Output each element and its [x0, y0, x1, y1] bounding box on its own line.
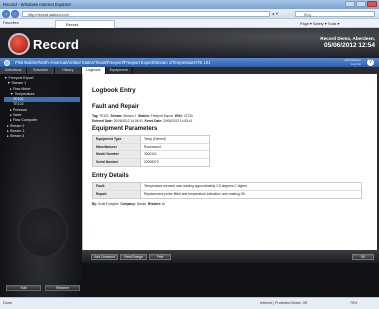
tab-history[interactable]: History — [54, 67, 82, 74]
page-title: Logbook Entry — [92, 87, 136, 94]
fault-meta-line1: Tag: TE101 Stream: Stream 1 Station: Fre… — [92, 114, 193, 118]
equipment-section-title: Equipment Parameters — [92, 126, 158, 132]
fault-section-title: Fault and Repair — [92, 104, 140, 110]
entry-table: Fault: Temperature element was reading ap… — [92, 182, 362, 199]
station-value: Freeport Export — [150, 114, 173, 118]
equipment-table: Equipment Type Temp (Deined) Manufacturer… — [92, 135, 210, 167]
table-row: Fault: Temperature element was reading ap… — [93, 183, 361, 191]
breadcrumb[interactable]: Pilot Builder/North American/United Stat… — [15, 60, 211, 65]
minimize-icon[interactable] — [345, 1, 355, 7]
background-wheel — [18, 207, 68, 257]
browser-title: Record - Windows Internet Explorer — [3, 2, 72, 7]
tag-value: TE101 — [99, 114, 109, 118]
search-input[interactable]: Bing — [295, 11, 375, 17]
favorites-button[interactable]: Favorites — [3, 21, 19, 25]
table-row: Manufacturer Rosemount — [93, 143, 209, 151]
asset-tree: ▼ Freeport Export ▼ Stream 1 ▸ Flow Meter ▼… — [4, 76, 80, 140]
stream-value: Stream 1 — [123, 114, 137, 118]
command-menu[interactable]: Page ▾ Safety ▾ Tools ▾ — [300, 21, 339, 26]
entered-date: 20/06/2012 14:05:41 — [113, 119, 143, 123]
datetime: 05/06/2012 12:54 — [324, 42, 375, 49]
table-row: Model Number 3000101 — [93, 151, 209, 159]
favorites-bar: Favorites Record Page ▾ Safety ▾ Tools ▾ — [0, 19, 379, 28]
logo-icon — [8, 33, 30, 55]
app-logo: Record — [33, 37, 79, 52]
add-comment-button[interactable]: Add Comment — [91, 254, 118, 260]
tab-schedule[interactable]: Schedule — [27, 67, 55, 74]
help-icon[interactable]: ? — [367, 59, 374, 66]
user-location: Record Demo, Aberdeen, — [320, 36, 375, 41]
refresh-icon[interactable]: ◂ ✕ — [272, 11, 292, 17]
app-header: Record Record Demo, Aberdeen, 05/06/2012… — [0, 28, 379, 58]
breadcrumb-bar: Pilot Builder/North American/United Stat… — [0, 58, 379, 67]
home-icon[interactable] — [4, 59, 10, 66]
table-row: Equipment Type Temp (Deined) — [93, 136, 209, 144]
print-button[interactable]: Print — [149, 254, 171, 260]
tab-logbook[interactable]: Logbook — [82, 67, 106, 74]
url-input[interactable]: http://record.aaltoni.com — [22, 11, 270, 17]
login-info: Administrator Log Out — [345, 58, 361, 67]
zoom-level[interactable]: 75% — [350, 301, 357, 305]
browser-title-bar: Record - Windows Internet Explorer — [0, 0, 379, 9]
search-placeholder: Bing — [304, 12, 312, 17]
url-text: http://record.aaltoni.com — [28, 12, 69, 17]
wo-value: 21720 — [183, 114, 193, 118]
window-controls — [345, 1, 377, 8]
footer-area — [82, 263, 379, 297]
author: Scott Forsythe — [98, 202, 119, 206]
view-change-button[interactable]: View/Change — [120, 254, 147, 260]
main-tabs: Logbook Equipment — [82, 67, 379, 74]
forward-icon[interactable] — [11, 10, 19, 18]
event-date: 20/06/2012 14:05:41 — [163, 119, 193, 123]
edit-button[interactable]: Edit — [6, 285, 41, 291]
rename-button[interactable]: Rename — [45, 285, 80, 291]
entry-author-line: By: Scott Forsythe Company: Sarnia Reali… — [92, 202, 165, 206]
company: Sarnia — [136, 202, 147, 206]
status-text: Done — [3, 301, 13, 305]
tab-equipment[interactable]: Equipment — [106, 67, 133, 74]
realizer: Al — [161, 202, 165, 206]
browser-tab[interactable]: Record — [55, 20, 115, 28]
close-icon[interactable] — [367, 1, 377, 7]
address-bar: http://record.aaltoni.com ◂ ✕ Bing — [0, 9, 379, 19]
tree-item[interactable]: ▸ Stream 4 — [4, 134, 80, 139]
fault-meta-line2: Entered Date: 20/06/2012 14:05:41 Event … — [92, 119, 193, 123]
browser-tab-label: Record — [66, 22, 79, 27]
entry-section-title: Entry Details — [92, 173, 129, 179]
status-bar: Done Internet | Protected Mode: Off 75% — [0, 297, 379, 309]
table-row: Repair: Replacement probe fitted and temp… — [93, 190, 361, 198]
logout-link[interactable]: Log Out — [345, 62, 361, 67]
sidebar-tabs: Definitions Schedule History — [0, 67, 82, 74]
sidebar-actions: Edit Rename — [6, 285, 80, 292]
ok-button[interactable]: OK — [352, 254, 374, 260]
sidebar: Definitions Schedule History ▼ Freeport … — [0, 67, 82, 297]
maximize-icon[interactable] — [356, 1, 366, 7]
tab-definitions[interactable]: Definitions — [0, 67, 28, 74]
table-row: Serial Number 22008372 — [93, 158, 209, 166]
back-icon[interactable] — [2, 10, 10, 18]
action-bar: Add Comment View/Change Print OK — [82, 250, 379, 263]
logbook-panel: Logbook Entry Fault and Repair Tag: TE10… — [82, 74, 379, 250]
security-zone: Internet | Protected Mode: Off — [260, 301, 308, 305]
